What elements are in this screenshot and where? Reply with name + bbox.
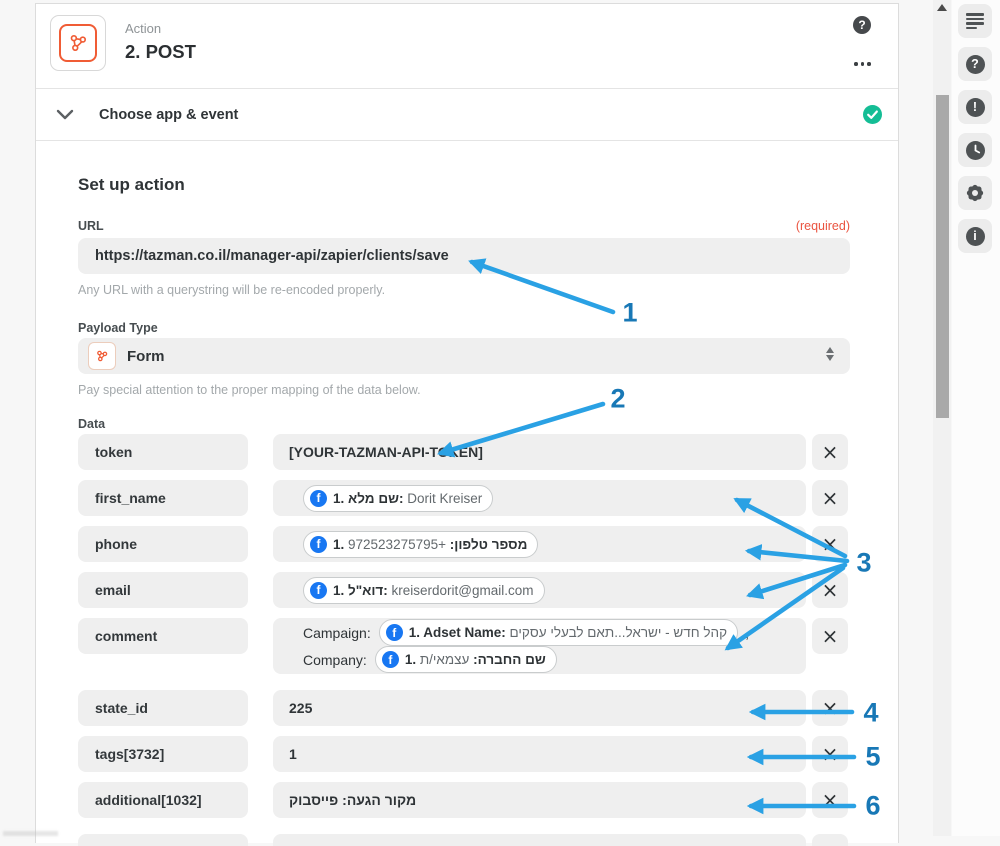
value-input[interactable]: f 1. דוא"ל: kreiserdorit@gmail.com	[273, 572, 806, 608]
payload-help-text: Pay special attention to the proper mapp…	[78, 383, 850, 397]
pill-label: 1. דוא"ל:	[333, 583, 388, 598]
mapped-field-pill[interactable]: f 1. שם מלא: Dorit Kreiser	[303, 485, 493, 512]
data-row-email: email f 1. דוא"ל: kreiserdorit@gmail.com…	[78, 572, 898, 608]
settings-button[interactable]	[958, 176, 992, 210]
value-input[interactable]: [YOUR-TAZMAN-API-TOKEN]	[273, 434, 806, 470]
webhook-icon	[59, 24, 97, 62]
mapped-field-pill[interactable]: f 1. Adset Name: קהל חדש - ישראל...תאם ל…	[379, 619, 738, 646]
info-icon: i	[966, 227, 985, 246]
value-input[interactable]: מקור הגעה: פייסבוק	[273, 782, 806, 818]
comment-text: Company:	[303, 652, 367, 668]
data-rows: token [YOUR-TAZMAN-API-TOKEN] × first_na…	[78, 434, 898, 818]
scrollbar-thumb[interactable]	[936, 95, 949, 418]
remove-row-button[interactable]: ×	[812, 690, 848, 726]
payload-type-label: Payload Type	[78, 321, 158, 335]
value-input[interactable]: Campaign: f 1. Adset Name: קהל חדש - ישר…	[273, 618, 806, 674]
url-input[interactable]: https://tazman.co.il/manager-api/zapier/…	[78, 238, 850, 274]
clock-icon	[966, 141, 985, 160]
key-input[interactable]: state_id	[78, 690, 248, 726]
help-button[interactable]: ?	[958, 47, 992, 81]
data-row-comment: comment Campaign: f 1. Adset Name: קהל ח…	[78, 618, 898, 674]
text-lines-icon	[966, 13, 984, 29]
data-row-token: token [YOUR-TAZMAN-API-TOKEN] ×	[78, 434, 898, 470]
history-button[interactable]	[958, 133, 992, 167]
step-header: Action 2. POST ?	[36, 4, 898, 89]
comment-text: Campaign:	[303, 625, 371, 641]
scrollbar-up-arrow[interactable]	[937, 4, 947, 11]
question-icon: ?	[966, 55, 985, 74]
data-row-additional: additional[1032] מקור הגעה: פייסבוק ×	[78, 782, 898, 818]
remove-row-button[interactable]: ×	[812, 480, 848, 516]
mapped-field-pill[interactable]: f 1. מספר טלפון: +972523275795	[303, 531, 538, 558]
dot	[854, 62, 858, 66]
url-help-text: Any URL with a querystring will be re-en…	[78, 283, 850, 297]
more-options-icon[interactable]	[854, 62, 871, 66]
key-input[interactable]: tags[3732]	[78, 736, 248, 772]
remove-row-button[interactable]: ×	[812, 572, 848, 608]
dot	[867, 62, 871, 66]
data-row-state-id: state_id 225 ×	[78, 690, 898, 726]
info-button[interactable]: i	[958, 219, 992, 253]
webhook-app-icon	[50, 15, 106, 71]
facebook-icon: f	[310, 582, 327, 599]
help-icon[interactable]: ?	[853, 16, 871, 34]
chevron-down-icon	[56, 109, 74, 120]
value-text: מקור הגעה: פייסבוק	[289, 792, 416, 808]
data-row-first-name: first_name f 1. שם מלא: Dorit Kreiser ×	[78, 480, 898, 516]
comment-text: ,	[745, 625, 749, 641]
pill-value: Dorit Kreiser	[403, 491, 482, 506]
remove-row-button[interactable]: ×	[812, 434, 848, 470]
remove-row-button[interactable]: ×	[812, 782, 848, 818]
notes-button[interactable]	[958, 4, 992, 38]
webhook-icon-small	[88, 342, 116, 370]
pill-label: 1. Adset Name:	[409, 625, 506, 640]
key-input[interactable]: first_name	[78, 480, 248, 516]
key-input[interactable]: additional[1032]	[78, 782, 248, 818]
choose-app-event-section[interactable]: Choose app & event	[36, 89, 898, 141]
action-step-panel: Action 2. POST ? Choose app & event Set …	[35, 3, 899, 843]
setup-action-section: Set up action URL (required) https://taz…	[36, 141, 898, 818]
choose-app-event-label: Choose app & event	[99, 107, 238, 123]
pill-value: עצמאי/ת	[420, 652, 473, 667]
key-input[interactable]: email	[78, 572, 248, 608]
facebook-icon: f	[386, 624, 403, 641]
mapped-field-pill[interactable]: f 1. שם החברה: עצמאי/ת	[375, 646, 557, 673]
pill-value: kreiserdorit@gmail.com	[388, 583, 534, 598]
section-heading: Set up action	[78, 175, 898, 195]
step-title: 2. POST	[125, 41, 196, 63]
facebook-icon: f	[382, 651, 399, 668]
data-row-tags: tags[3732] 1 ×	[78, 736, 898, 772]
key-input[interactable]: comment	[78, 618, 248, 654]
remove-row-button[interactable]: ×	[812, 736, 848, 772]
facebook-icon: f	[310, 536, 327, 553]
payload-type-value: Form	[127, 348, 165, 365]
key-input[interactable]: phone	[78, 526, 248, 562]
data-row-phone: phone f 1. מספר טלפון: +972523275795 ×	[78, 526, 898, 562]
pill-value: קהל חדש - ישראל...תאם לבעלי עסקים	[506, 625, 727, 640]
data-label: Data	[78, 417, 105, 431]
required-badge: (required)	[796, 219, 850, 233]
remove-row-button[interactable]: ×	[812, 526, 848, 562]
dot	[861, 62, 865, 66]
facebook-icon: f	[310, 490, 327, 507]
issues-button[interactable]: !	[958, 90, 992, 124]
success-check-icon	[863, 105, 882, 124]
pill-value: +972523275795	[348, 537, 450, 552]
gear-icon	[965, 183, 985, 203]
mapped-field-pill[interactable]: f 1. דוא"ל: kreiserdorit@gmail.com	[303, 577, 545, 604]
right-toolbar: ? ! i	[952, 0, 1000, 836]
value-input[interactable]: 1	[273, 736, 806, 772]
key-input[interactable]: token	[78, 434, 248, 470]
select-arrows-icon	[826, 347, 834, 361]
watermark-smudge	[3, 831, 58, 836]
value-input[interactable]: f 1. מספר טלפון: +972523275795	[273, 526, 806, 562]
exclamation-icon: !	[966, 98, 985, 117]
remove-row-button[interactable]: ×	[812, 618, 848, 654]
payload-type-select[interactable]: Form	[78, 338, 850, 374]
pill-label: 1. שם מלא:	[333, 491, 403, 506]
url-label: URL	[78, 219, 104, 233]
step-kicker: Action	[125, 21, 161, 36]
value-input[interactable]: 225	[273, 690, 806, 726]
value-input[interactable]: f 1. שם מלא: Dorit Kreiser	[273, 480, 806, 516]
